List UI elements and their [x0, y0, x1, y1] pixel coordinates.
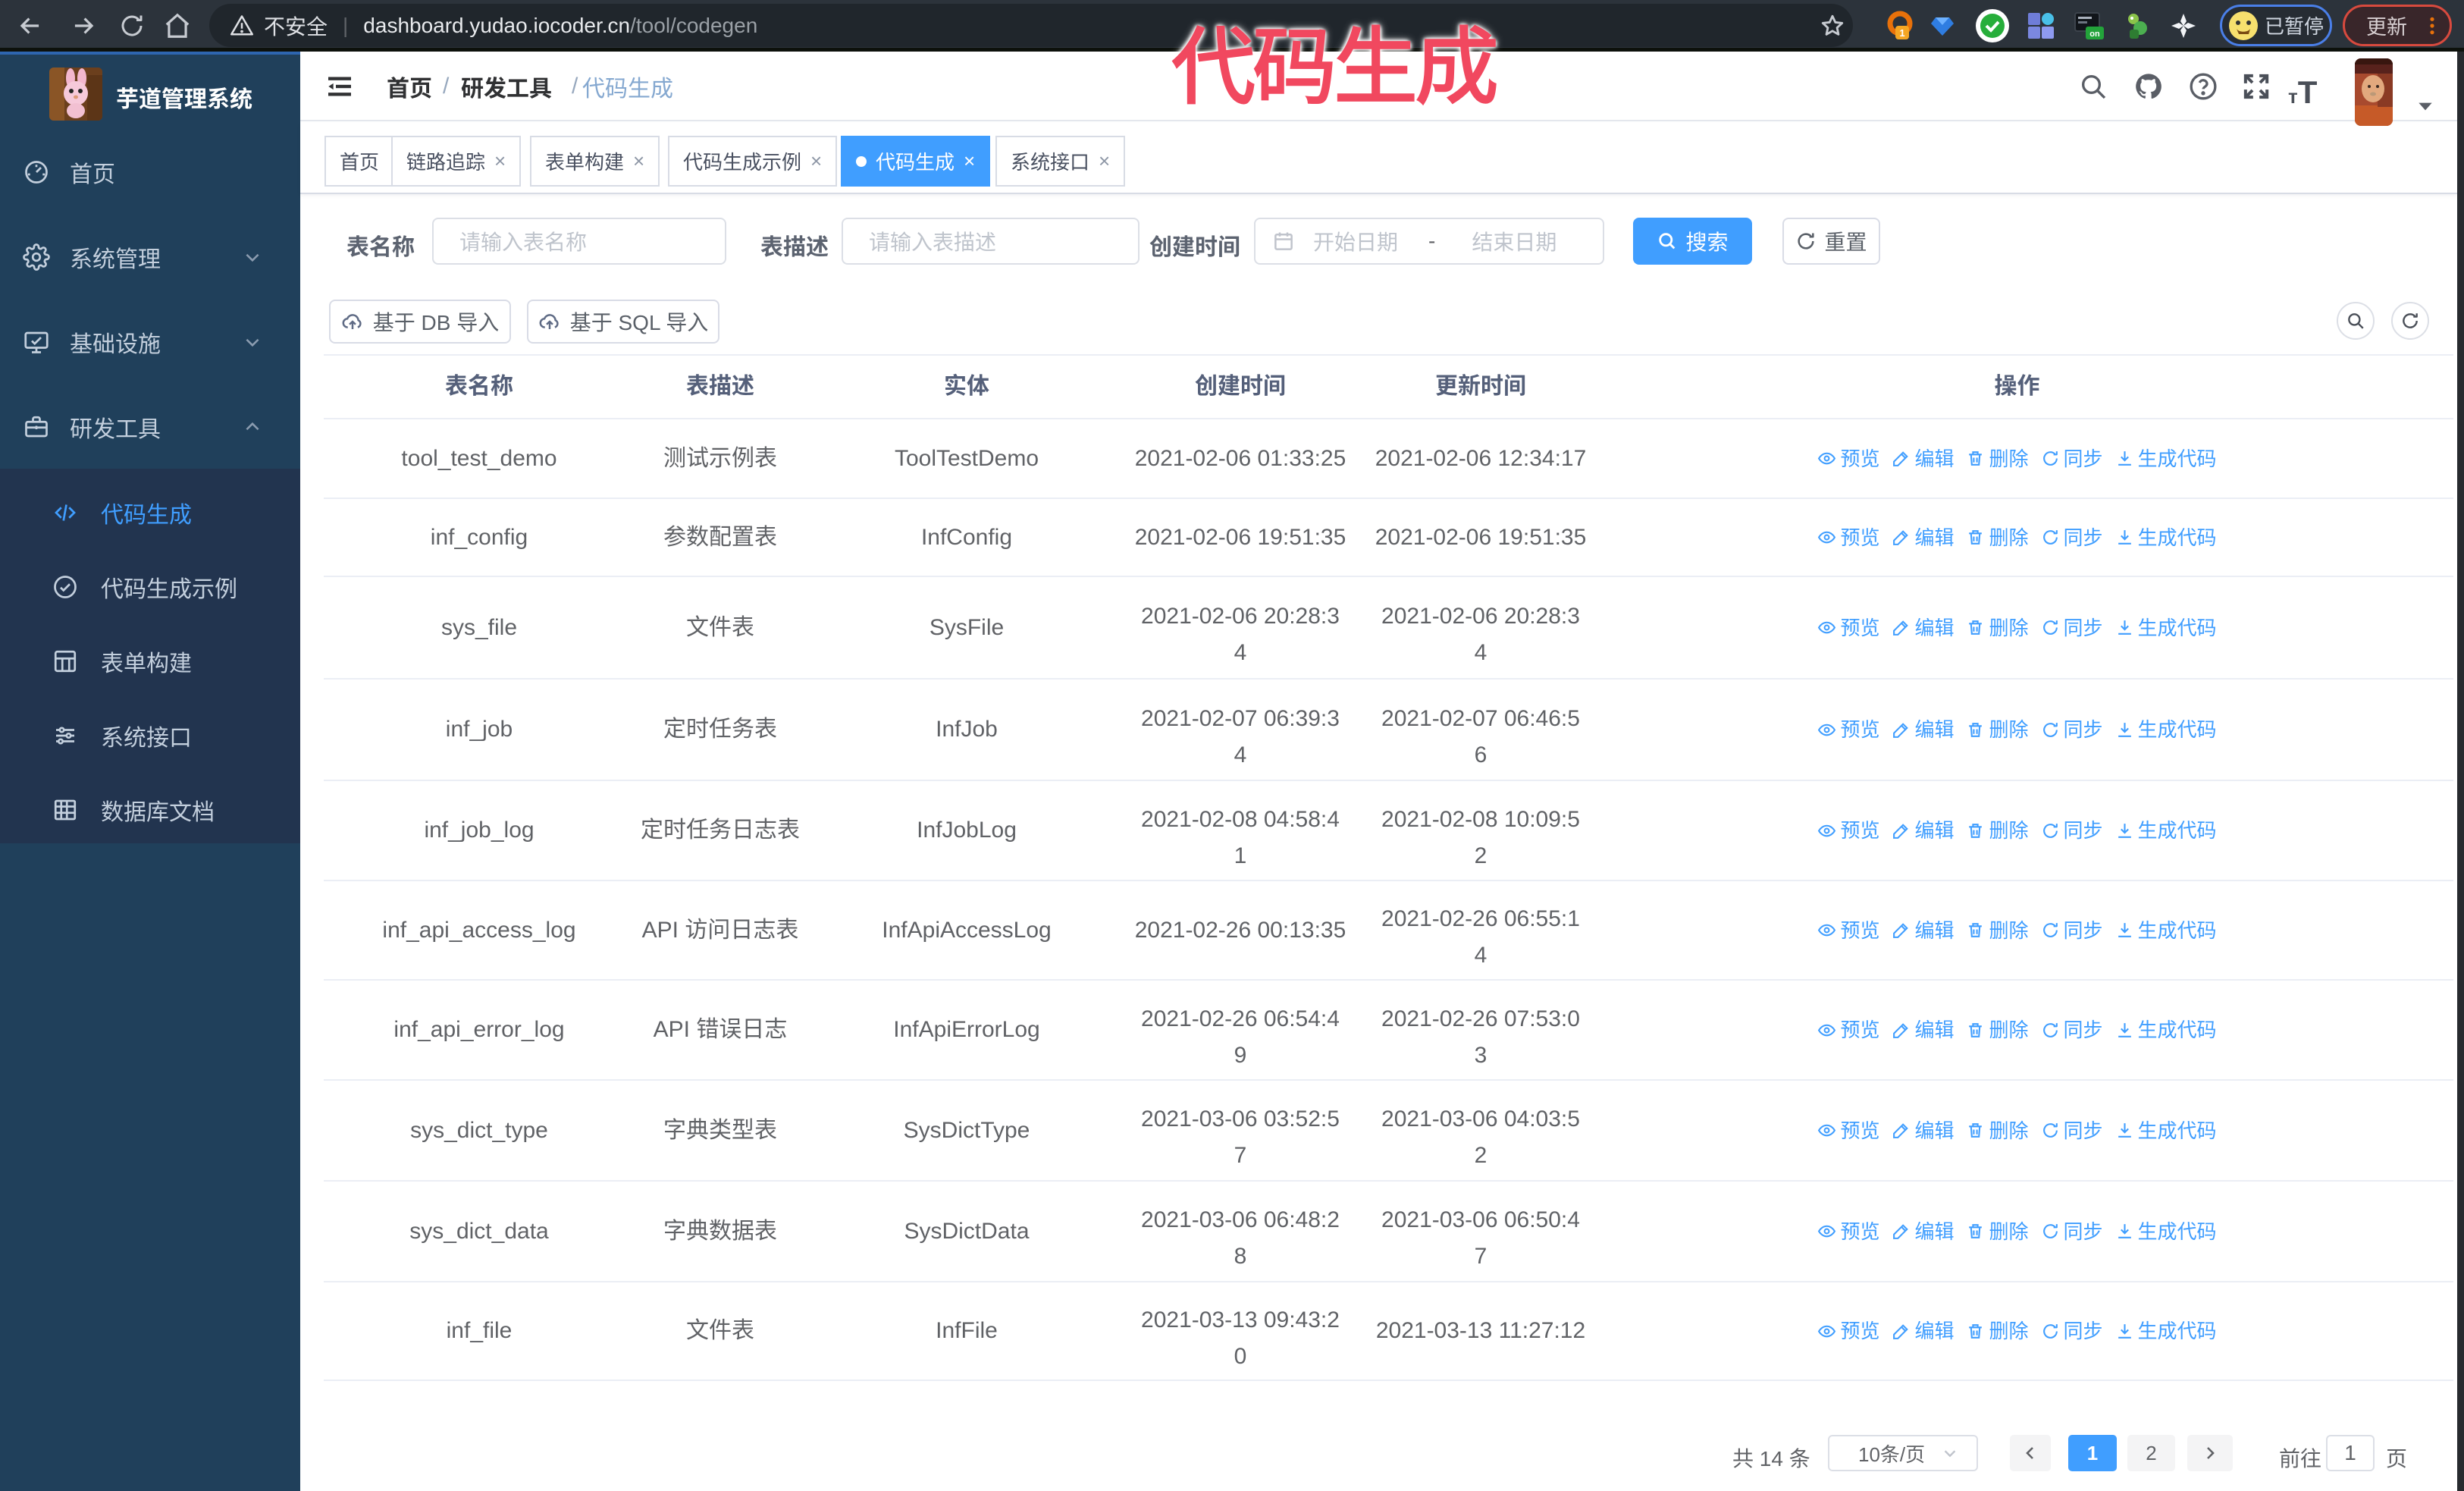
svg-text:1: 1 — [1899, 27, 1904, 39]
svg-text:on: on — [2089, 30, 2100, 39]
